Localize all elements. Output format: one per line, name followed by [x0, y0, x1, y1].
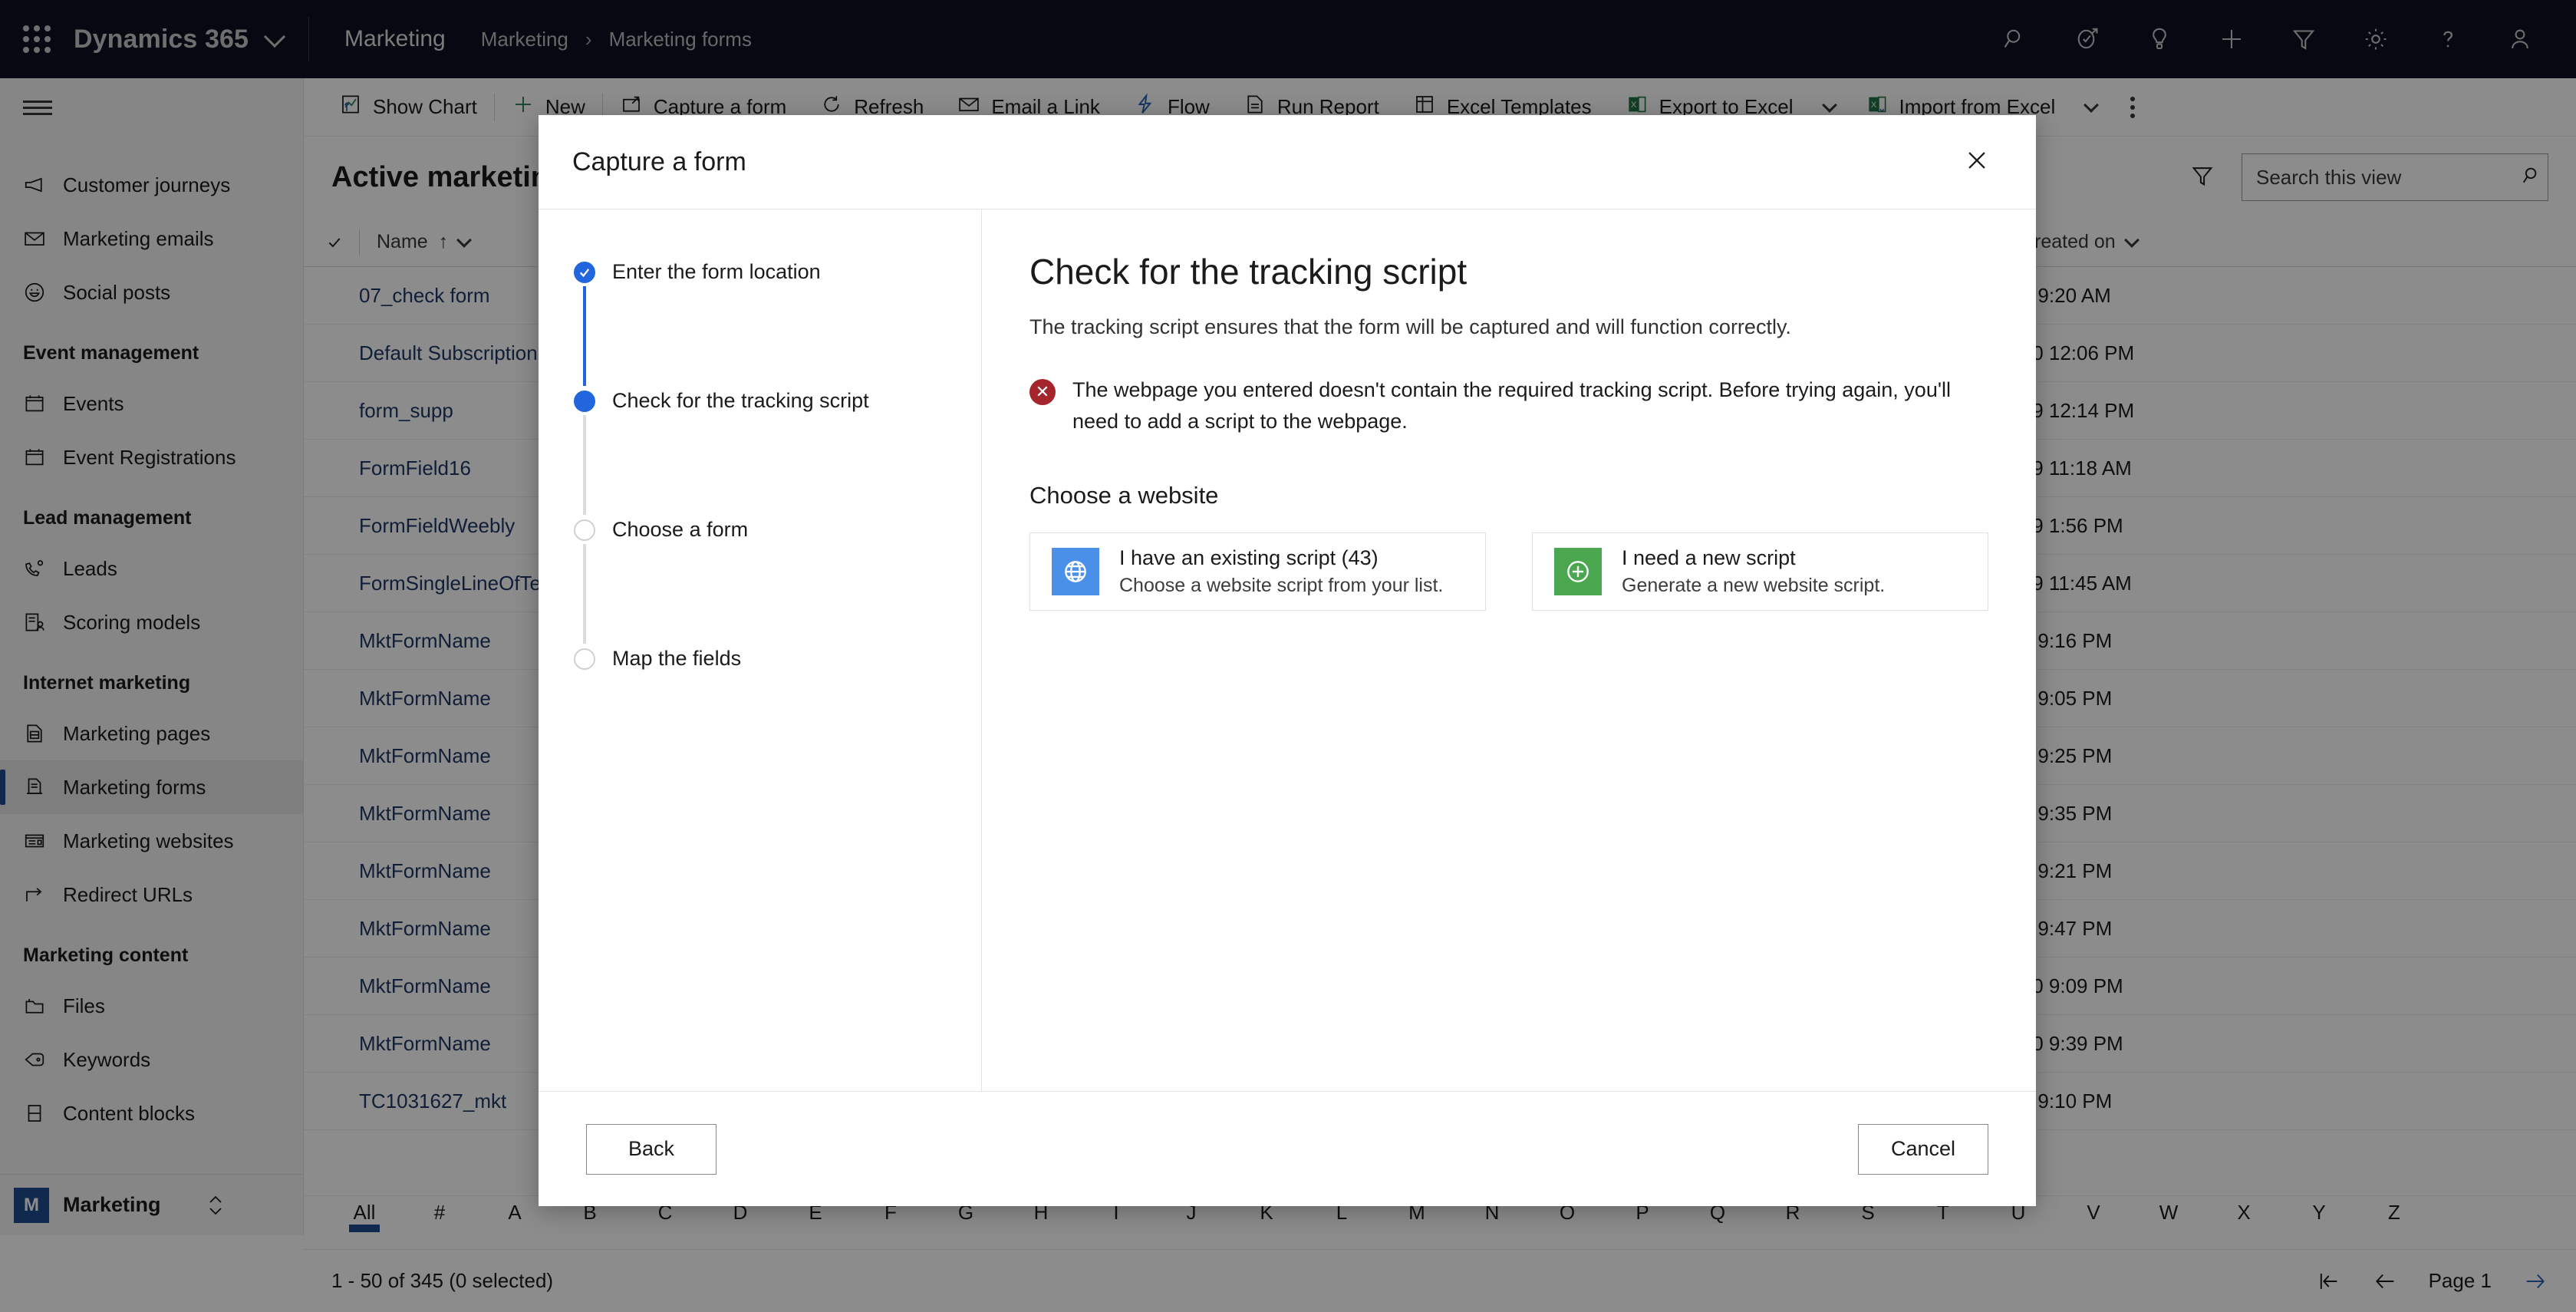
step-label: Map the fields	[612, 647, 742, 670]
step-connector	[583, 544, 586, 644]
error-icon: ✕	[1029, 379, 1056, 405]
step-pending-icon	[574, 648, 595, 670]
dialog-title: Capture a form	[572, 147, 746, 176]
dialog-subtitle: The tracking script ensures that the for…	[1029, 315, 1791, 338]
step-label: Check for the tracking script	[612, 389, 869, 412]
step-label: Choose a form	[612, 518, 749, 541]
card-title: I need a new script	[1622, 546, 1796, 569]
card-subtitle: Choose a website script from your list.	[1119, 575, 1444, 596]
globe-icon	[1052, 548, 1099, 595]
plus-circle-icon	[1554, 548, 1602, 595]
close-icon[interactable]	[1952, 135, 2002, 190]
dialog-header: Capture a form	[539, 115, 2036, 209]
wizard-step-enter-the-form-location[interactable]: Enter the form location	[563, 257, 981, 386]
wizard-step-check-for-the-tracking-script[interactable]: Check for the tracking script	[563, 386, 981, 515]
step-marker	[563, 515, 606, 644]
step-complete-icon	[574, 262, 595, 283]
wizard-step-choose-a-form[interactable]: Choose a form	[563, 515, 981, 644]
step-label: Enter the form location	[612, 260, 821, 283]
card-texts: I need a new script Generate a new websi…	[1622, 546, 1885, 597]
wizard-steps: Enter the form location Check for the tr…	[539, 209, 982, 1091]
dialog-heading: Check for the tracking script	[1029, 252, 1468, 292]
wizard-step-map-the-fields[interactable]: Map the fields	[563, 644, 981, 673]
section-title-choose-a-website: Choose a website	[1029, 482, 1219, 509]
card-title: I have an existing script (43)	[1119, 546, 1379, 569]
error-message: ✕ The webpage you entered doesn't contai…	[1029, 374, 1973, 437]
existing-script-card[interactable]: I have an existing script (43) Choose a …	[1029, 532, 1486, 611]
step-connector	[583, 286, 586, 386]
step-marker	[563, 386, 606, 515]
dialog-body: Enter the form location Check for the tr…	[539, 209, 2036, 1091]
error-text: The webpage you entered doesn't contain …	[1072, 378, 1951, 433]
cancel-button[interactable]: Cancel	[1858, 1123, 1988, 1175]
dialog-content: Check for the tracking script The tracki…	[982, 209, 2036, 1091]
card-subtitle: Generate a new website script.	[1622, 575, 1886, 596]
step-connector	[583, 415, 586, 515]
step-pending-icon	[574, 519, 595, 541]
website-choice-cards: I have an existing script (43) Choose a …	[1029, 532, 1988, 611]
step-marker	[563, 257, 606, 386]
back-button[interactable]: Back	[586, 1123, 716, 1175]
step-current-icon	[574, 391, 595, 412]
new-script-card[interactable]: I need a new script Generate a new websi…	[1532, 532, 1988, 611]
dialog-footer: Back Cancel	[539, 1091, 2036, 1206]
capture-a-form-dialog: Capture a form Enter the form location C…	[539, 115, 2036, 1206]
card-texts: I have an existing script (43) Choose a …	[1119, 546, 1443, 597]
step-marker	[563, 644, 606, 670]
